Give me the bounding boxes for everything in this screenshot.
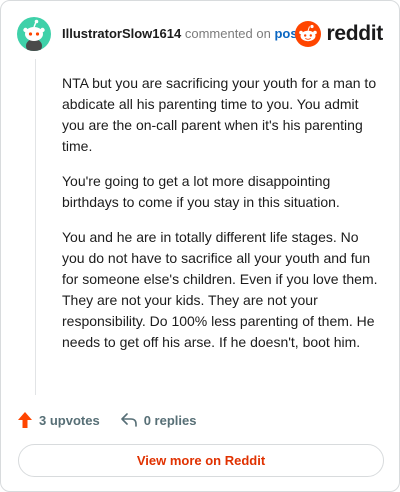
reply-count: 0 replies	[143, 412, 197, 428]
reddit-logo[interactable]: reddit	[295, 21, 383, 47]
view-more-button[interactable]: View more on Reddit	[18, 444, 384, 477]
reddit-comment-embed: IllustratorSlow1614 commented on post re…	[0, 0, 400, 492]
username[interactable]: IllustratorSlow1614	[62, 26, 181, 41]
reddit-wordmark: reddit	[326, 22, 383, 45]
comment-paragraph-2: You're going to get a lot more disappoin…	[62, 173, 340, 210]
byline: IllustratorSlow1614 commented on post	[62, 26, 302, 41]
comment-header: IllustratorSlow1614 commented on post re…	[17, 17, 385, 51]
avatar[interactable]	[17, 17, 51, 51]
reply-arrow-icon	[120, 413, 137, 427]
commented-on-text: commented on	[184, 26, 271, 41]
reddit-snoo-icon	[295, 21, 322, 47]
comment-paragraph-1: NTA but you are sacrificing your youth f…	[62, 75, 377, 154]
comment-actions: 3 upvotes 0 replies	[17, 409, 196, 431]
view-more-label: View more on Reddit	[136, 453, 266, 468]
replies-button[interactable]: 0 replies	[120, 412, 197, 428]
comment-paragraph-3: You and he are in totally different life…	[62, 229, 378, 350]
snoo-avatar-icon	[23, 19, 45, 51]
upvote-count: 3 upvotes	[39, 412, 100, 428]
upvote-button[interactable]: 3 upvotes	[17, 411, 100, 429]
thread-line	[35, 59, 36, 395]
comment-body: NTA but you are sacrificing your youth f…	[62, 73, 384, 367]
upvote-arrow-icon	[18, 412, 32, 428]
